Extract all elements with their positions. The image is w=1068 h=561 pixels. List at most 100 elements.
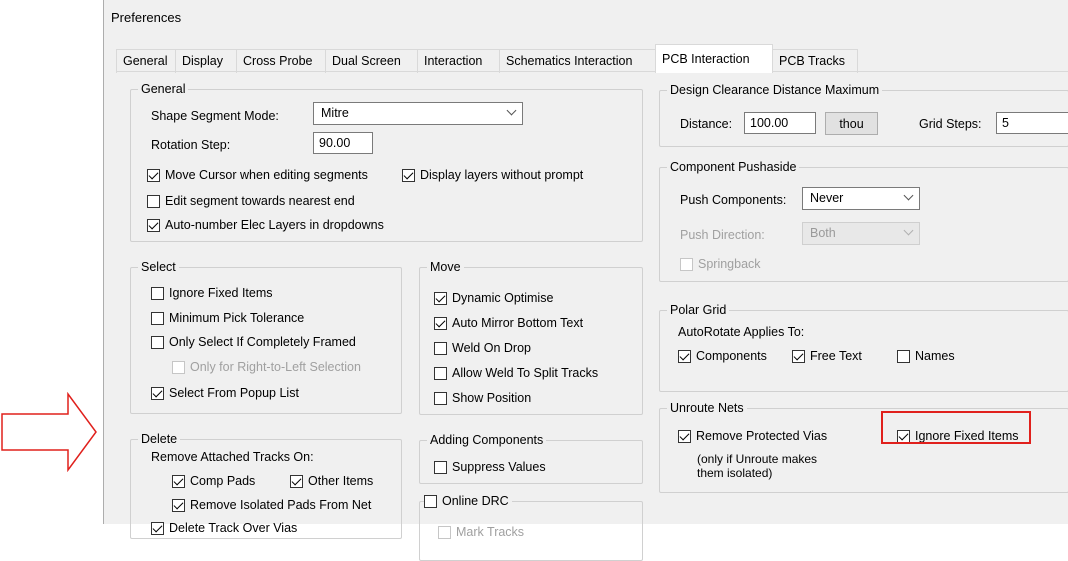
move-cursor-checkbox[interactable]: Move Cursor when editing segments (147, 167, 368, 183)
delete-track-vias-checkbox[interactable]: Delete Track Over Vias (151, 520, 297, 536)
delete-track-vias-label: Delete Track Over Vias (169, 521, 298, 535)
design-clearance-group: Design Clearance Distance Maximum Distan… (659, 83, 1068, 147)
other-items-checkbox[interactable]: Other Items (290, 473, 373, 489)
tab-pcb-tracks[interactable]: PCB Tracks (772, 49, 858, 73)
chevron-down-icon (903, 190, 914, 201)
preferences-window: Preferences General Display Cross Probe … (103, 0, 1068, 561)
tab-cross-probe[interactable]: Cross Probe (236, 49, 326, 73)
springback-checkbox[interactable]: Springback (680, 256, 761, 272)
checkbox-checked-icon (434, 291, 447, 305)
tab-display[interactable]: Display (175, 49, 237, 73)
show-position-label: Show Position (452, 391, 532, 405)
checkbox-unchecked-icon (680, 257, 693, 271)
show-position-checkbox[interactable]: Show Position (434, 390, 531, 406)
checkbox-unchecked-icon (147, 194, 160, 208)
checkbox-checked-icon (290, 474, 303, 488)
suppress-values-checkbox[interactable]: Suppress Values (434, 459, 546, 475)
display-layers-checkbox[interactable]: Display layers without prompt (402, 167, 583, 183)
move-group: Move Dynamic Optimise Auto Mirror Bottom… (419, 260, 643, 415)
online-drc-checkbox[interactable]: Online DRC (424, 493, 512, 509)
push-direction-value: Both (810, 226, 836, 240)
checkbox-checked-icon (434, 316, 447, 330)
remove-isolated-label: Remove Isolated Pads From Net (190, 498, 372, 512)
checkbox-checked-icon (172, 474, 185, 488)
chevron-down-icon (506, 105, 517, 116)
online-drc-sub-label: Mark Tracks (456, 525, 525, 539)
adding-components-group: Adding Components Suppress Values (419, 433, 643, 484)
adding-components-legend: Adding Components (427, 433, 547, 447)
pointer-arrow-icon (1, 392, 97, 472)
only-select-framed-checkbox[interactable]: Only Select If Completely Framed (151, 334, 356, 350)
suppress-values-label: Suppress Values (452, 460, 546, 474)
push-direction-select[interactable]: Both (802, 222, 920, 245)
springback-label: Springback (698, 257, 761, 271)
shape-segment-mode-value: Mitre (321, 106, 349, 120)
tab-bar: General Display Cross Probe Dual Screen … (116, 44, 1068, 73)
other-items-label: Other Items (308, 474, 374, 488)
checkbox-checked-icon (172, 498, 185, 512)
design-clearance-legend: Design Clearance Distance Maximum (667, 83, 883, 97)
min-pick-checkbox[interactable]: Minimum Pick Tolerance (151, 310, 304, 326)
push-components-label: Push Components: (680, 193, 787, 207)
select-legend: Select (138, 260, 179, 274)
tab-schematics-interaction[interactable]: Schematics Interaction (499, 49, 656, 73)
online-drc-sub-checkbox[interactable]: Mark Tracks (438, 524, 524, 540)
polar-components-checkbox[interactable]: Components (678, 348, 767, 364)
weld-on-drop-checkbox[interactable]: Weld On Drop (434, 340, 531, 356)
checkbox-checked-icon (678, 429, 691, 443)
only-select-framed-label: Only Select If Completely Framed (169, 335, 356, 349)
dynamic-optimise-checkbox[interactable]: Dynamic Optimise (434, 290, 553, 306)
polar-names-label: Names (915, 349, 955, 363)
tab-pcb-interaction[interactable]: PCB Interaction (655, 44, 773, 73)
polar-grid-group: Polar Grid AutoRotate Applies To: Compon… (659, 303, 1068, 392)
auto-mirror-label: Auto Mirror Bottom Text (452, 316, 584, 330)
tab-general[interactable]: General (116, 49, 176, 73)
allow-weld-checkbox[interactable]: Allow Weld To Split Tracks (434, 365, 598, 381)
push-components-select[interactable]: Never (802, 187, 920, 210)
component-pushaside-legend: Component Pushaside (667, 160, 800, 174)
checkbox-unchecked-icon (424, 494, 437, 508)
grid-steps-label: Grid Steps: (919, 117, 982, 131)
checkbox-unchecked-icon (897, 349, 910, 363)
rotation-step-input[interactable]: 90.00 (313, 132, 373, 154)
display-layers-label: Display layers without prompt (420, 168, 584, 182)
polar-grid-legend: Polar Grid (667, 303, 730, 317)
move-legend: Move (427, 260, 464, 274)
dynamic-optimise-label: Dynamic Optimise (452, 291, 554, 305)
only-right-left-checkbox[interactable]: Only for Right-to-Left Selection (172, 359, 361, 375)
distance-label: Distance: (680, 117, 733, 131)
auto-mirror-checkbox[interactable]: Auto Mirror Bottom Text (434, 315, 583, 331)
chevron-down-icon (903, 225, 914, 236)
grid-steps-input[interactable]: 5 (996, 112, 1068, 134)
polar-free-text-label: Free Text (810, 349, 862, 363)
edit-segment-label: Edit segment towards nearest end (165, 194, 355, 208)
checkbox-checked-icon (147, 168, 160, 182)
auto-number-label: Auto-number Elec Layers in dropdowns (165, 218, 384, 232)
online-drc-label: Online DRC (442, 494, 509, 508)
general-legend: General (138, 82, 189, 96)
polar-free-text-checkbox[interactable]: Free Text (792, 348, 862, 364)
checkbox-unchecked-icon (434, 391, 447, 405)
checkbox-checked-icon (678, 349, 691, 363)
polar-names-checkbox[interactable]: Names (897, 348, 955, 364)
delete-group: Delete Remove Attached Tracks On: Comp P… (130, 432, 402, 539)
unroute-nets-legend: Unroute Nets (667, 401, 747, 415)
shape-segment-mode-select[interactable]: Mitre (313, 102, 523, 125)
edit-segment-checkbox[interactable]: Edit segment towards nearest end (147, 193, 355, 209)
delete-legend: Delete (138, 432, 181, 446)
comp-pads-checkbox[interactable]: Comp Pads (172, 473, 255, 489)
unit-button[interactable]: thou (825, 112, 878, 135)
select-popup-label: Select From Popup List (169, 386, 299, 400)
remove-isolated-checkbox[interactable]: Remove Isolated Pads From Net (172, 497, 371, 513)
select-popup-checkbox[interactable]: Select From Popup List (151, 385, 299, 401)
autorotate-label: AutoRotate Applies To: (678, 325, 805, 339)
shape-segment-mode-label: Shape Segment Mode: (151, 109, 279, 123)
select-ignore-fixed-checkbox[interactable]: Ignore Fixed Items (151, 285, 273, 301)
tab-interaction[interactable]: Interaction (417, 49, 500, 73)
remove-protected-vias-checkbox[interactable]: Remove Protected Vias (678, 428, 827, 444)
auto-number-checkbox[interactable]: Auto-number Elec Layers in dropdowns (147, 217, 384, 233)
checkbox-unchecked-icon (434, 341, 447, 355)
distance-input[interactable]: 100.00 (744, 112, 816, 134)
checkbox-checked-icon (792, 349, 805, 363)
tab-dual-screen[interactable]: Dual Screen (325, 49, 418, 73)
